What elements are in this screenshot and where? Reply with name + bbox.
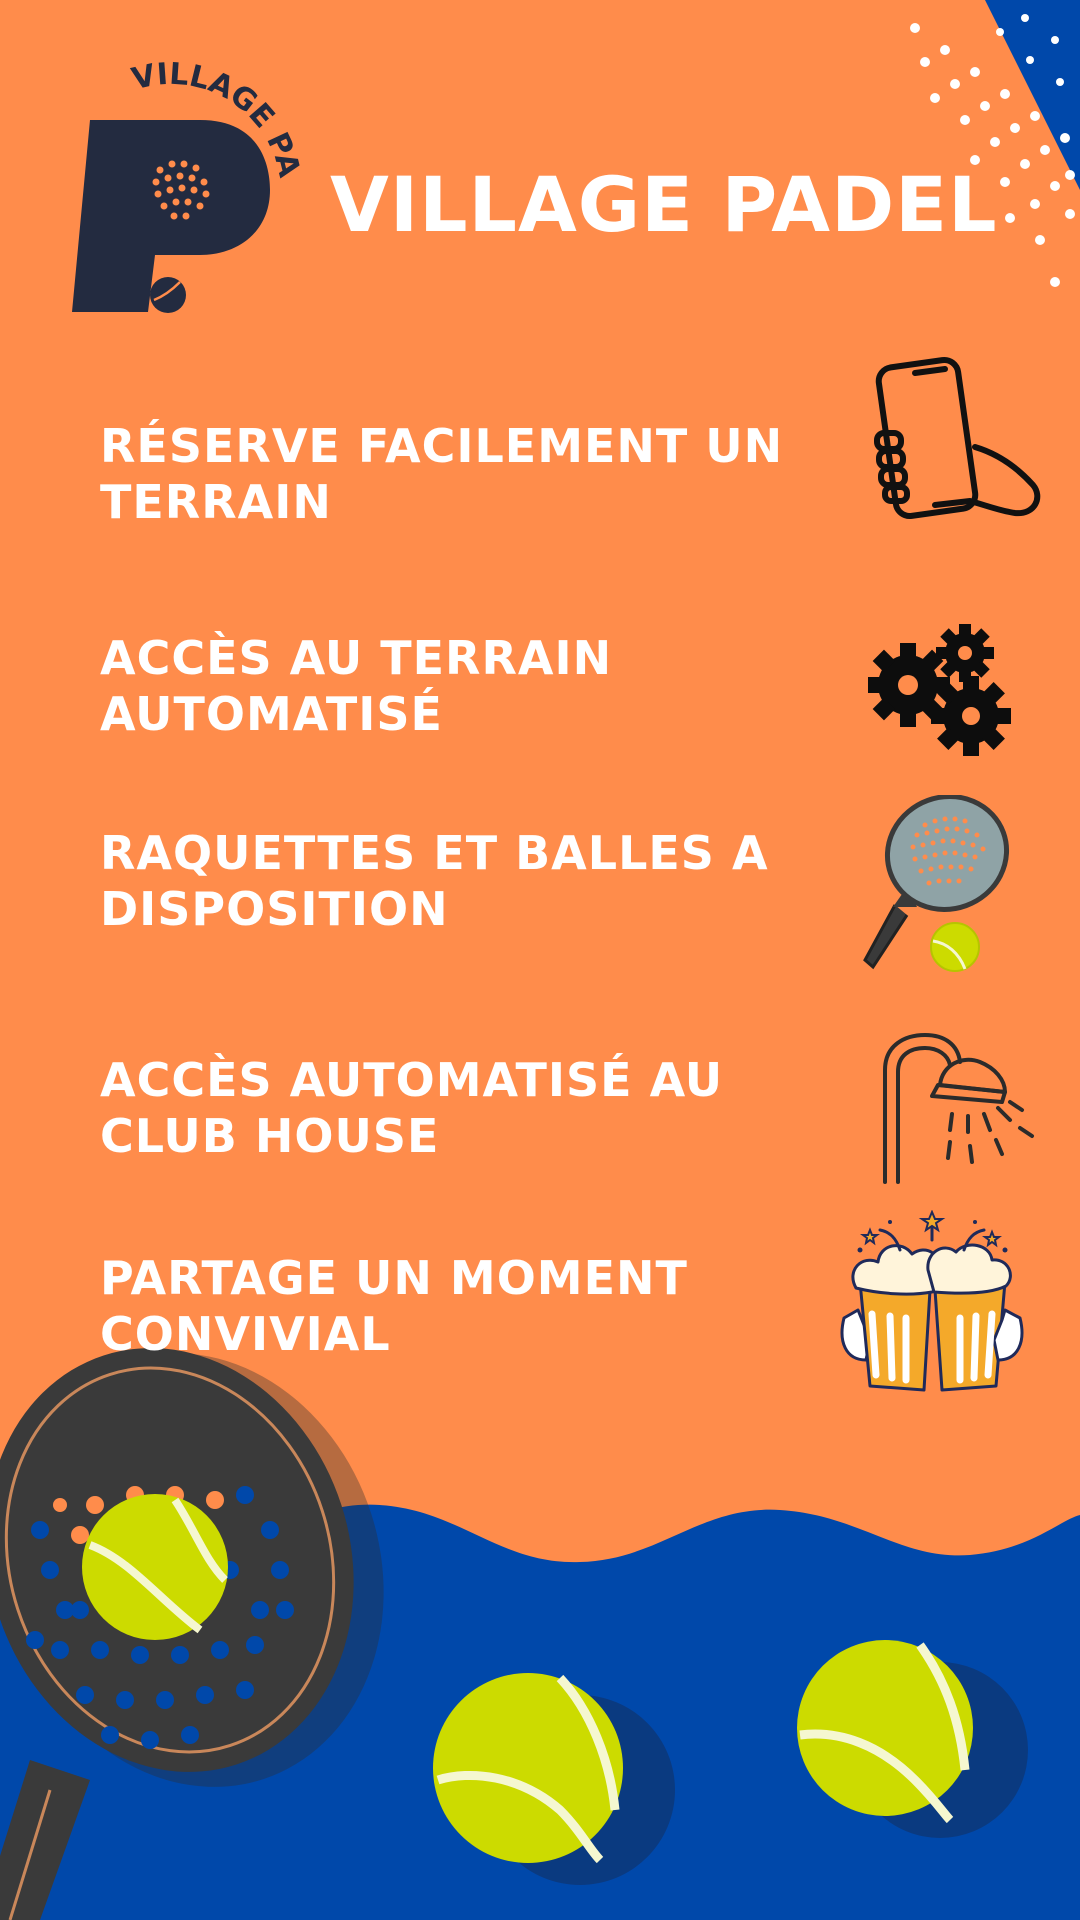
gears-icon [868, 624, 1011, 756]
infographic-page: VILLAGE PADEL VILLAGE PADEL RÉSERVE FACI… [0, 0, 1080, 1920]
padel-racket-ball-icon [863, 795, 1010, 972]
feature-item-court-access: ACCÈS AU TERRAIN AUTOMATISÉ [100, 630, 830, 742]
feature-text-line: CLUB HOUSE [100, 1109, 440, 1163]
feature-text-line: ACCÈS AU TERRAIN [100, 631, 613, 685]
shower-icon [883, 1033, 1034, 1184]
feature-text-line: DISPOSITION [100, 882, 449, 936]
feature-item-equipment: RAQUETTES ET BALLES A DISPOSITION [100, 825, 830, 937]
feature-text-line: PARTAGE UN MOMENT [100, 1251, 688, 1305]
beer-toast-icon [840, 1210, 1024, 1392]
feature-text-line: AUTOMATISÉ [100, 687, 443, 741]
feature-text-line: TERRAIN [100, 475, 332, 529]
logo-ball [150, 277, 186, 313]
tennis-ball-1 [82, 1494, 228, 1640]
feature-text-line: RÉSERVE FACILEMENT UN [100, 419, 784, 473]
village-padel-logo: VILLAGE PADEL [60, 60, 307, 313]
feature-item-convivial: PARTAGE UN MOMENT CONVIVIAL [100, 1250, 830, 1362]
feature-text-line: CONVIVIAL [100, 1307, 391, 1361]
feature-item-booking: RÉSERVE FACILEMENT UN TERRAIN [100, 418, 830, 530]
feature-item-club-house: ACCÈS AUTOMATISÉ AU CLUB HOUSE [100, 1052, 830, 1164]
feature-text-line: ACCÈS AUTOMATISÉ AU [100, 1053, 724, 1107]
page-title: VILLAGE PADEL [330, 160, 998, 249]
feature-text-line: RAQUETTES ET BALLES A [100, 826, 769, 880]
phone-in-hand-icon [874, 356, 1041, 520]
